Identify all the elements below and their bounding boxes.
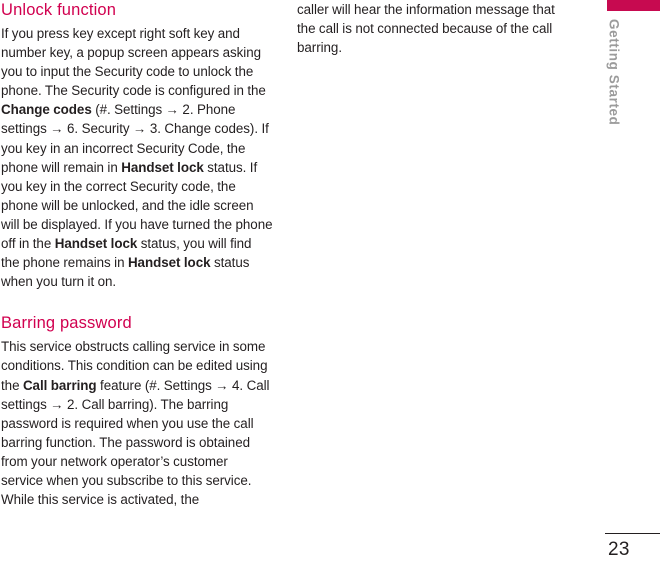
paragraph-barring-password-continued: caller will hear the information message… xyxy=(297,2,555,56)
chapter-tab-rail: Getting Started xyxy=(607,0,660,563)
section-heading-barring-password: Barring password xyxy=(1,314,132,333)
paragraph-unlock-function: If you press key except right soft key a… xyxy=(1,26,273,290)
chapter-tab-label-wrap: Getting Started xyxy=(607,19,631,219)
page-footer: 23 xyxy=(605,532,660,560)
right-text-column: caller will hear the information message… xyxy=(297,0,572,57)
chapter-tab-color-bar xyxy=(607,0,660,11)
section-heading-unlock-function: Unlock function xyxy=(1,1,117,19)
page-number: 23 xyxy=(608,539,630,560)
left-text-column: Unlock function If you press key except … xyxy=(1,0,273,509)
footer-divider xyxy=(605,532,660,534)
paragraph-barring-password: This service obstructs calling service i… xyxy=(1,339,270,508)
chapter-tab-label: Getting Started xyxy=(606,19,622,126)
manual-page: Unlock function If you press key except … xyxy=(0,0,660,563)
